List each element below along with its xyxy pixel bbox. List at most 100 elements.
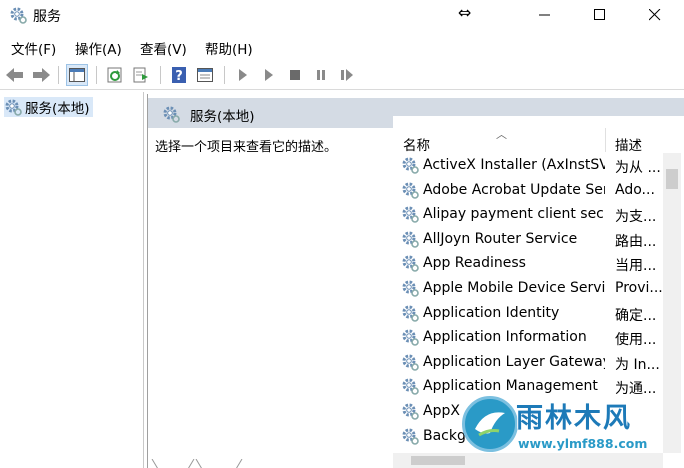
tree-item-services-local[interactable]: 服务(本地) [4,97,93,117]
start-service-button[interactable] [232,64,254,86]
toolbar-separator [224,66,225,84]
pause-icon [317,70,325,80]
back-arrow-icon [6,68,23,82]
help-icon: ? [172,67,186,83]
properties-button[interactable] [194,64,216,86]
service-gear-icon [401,304,419,326]
scroll-thumb[interactable] [666,169,678,189]
forward-arrow-icon [33,68,50,82]
service-name: ActiveX Installer (AxInstSV) [423,157,605,173]
service-description: 为支... [615,209,657,226]
maximize-button[interactable] [577,0,623,30]
service-description: 为 In... [615,356,660,373]
table-row[interactable]: Application Information 使用... [393,325,663,349]
description-prompt: 选择一个项目来查看它的描述。 [155,140,338,155]
console-tree: 服务(本地) [0,92,144,468]
window-title: 服务 [33,9,61,25]
service-gear-icon [401,230,419,252]
stop-service-button[interactable] [284,64,306,86]
service-description: 确定... [615,307,657,324]
service-gear-icon [401,377,419,399]
toolbar-separator [160,66,161,84]
back-button[interactable] [4,64,26,86]
tab-outline [151,458,243,468]
watermark-emblem [462,396,518,452]
column-divider[interactable] [605,128,606,152]
service-name: Application Identity [423,304,560,321]
service-description: 使用... [615,332,657,349]
refresh-icon [107,67,122,83]
service-gear-icon [401,427,419,449]
service-name: Apple Mobile Device Servi... [423,280,605,296]
stop-icon [290,70,300,80]
minimize-icon [539,14,550,16]
properties-icon [197,68,213,82]
title-bar: 服务 ⇔ [0,0,684,30]
service-description: 为从 ... [615,160,661,176]
services-gear-icon [10,7,27,24]
column-header-name[interactable]: 名称 [403,134,430,154]
service-gear-icon [401,402,419,424]
show-hide-console-tree-button[interactable] [66,64,88,86]
sort-ascending-icon: ︿ [496,128,507,141]
view-tabs [150,458,246,468]
service-description: Provi... [615,280,663,296]
table-row[interactable]: App Readiness 当用... [393,251,663,275]
help-button[interactable]: ? [168,64,190,86]
watermark-url: www.ylmf888.com [518,436,648,451]
service-name: Application Layer Gateway ... [423,353,605,370]
table-row[interactable]: Apple Mobile Device Servi... Provi... [393,276,663,300]
menu-help[interactable]: 帮助(H) [205,38,253,58]
toolbar: ? [0,60,684,90]
service-gear-icon [401,328,419,350]
start-paused-service-button[interactable] [258,64,280,86]
forward-button[interactable] [30,64,52,86]
restart-icon [341,69,353,81]
toolbar-separator [96,66,97,84]
description-pane: 选择一个项目来查看它的描述。 [148,128,393,468]
service-description: 当用... [615,258,657,275]
close-icon [649,9,661,21]
panel-title: 服务(本地) [190,109,255,125]
menu-action[interactable]: 操作(A) [75,38,122,58]
resize-arrows-icon: ⇔ [458,3,472,22]
menu-bar: 文件(F) 操作(A) 查看(V) 帮助(H) [0,34,684,58]
service-gear-icon [401,353,419,375]
maximize-icon [594,9,605,20]
leaf-icon [475,412,505,437]
service-name: AllJoyn Router Service [423,230,578,247]
service-gear-icon [401,181,419,203]
menu-view[interactable]: 查看(V) [140,38,187,58]
scroll-thumb[interactable] [411,456,465,465]
service-name: App Readiness [423,255,526,272]
table-row[interactable]: Application Identity 确定... [393,301,663,325]
service-name: Application Information [423,329,587,346]
tree-item-label: 服务(本地) [25,101,90,117]
table-row[interactable]: Adobe Acrobat Update Ser... Ado... [393,178,663,202]
service-name: Application Management [423,378,598,395]
menu-file[interactable]: 文件(F) [11,38,56,58]
service-name: Alipay payment client secu... [423,206,605,223]
table-row[interactable]: Application Management 为通... [393,374,663,398]
play-icon [265,69,273,81]
service-gear-icon [401,205,419,227]
play-icon [239,69,247,81]
service-gear-icon [401,254,419,276]
pause-service-button[interactable] [310,64,332,86]
table-row[interactable]: ActiveX Installer (AxInstSV) 为从 ... [393,153,663,177]
service-description: 路由... [615,233,657,250]
service-name: Adobe Acrobat Update Ser... [423,181,605,198]
close-button[interactable] [632,0,678,30]
table-row[interactable]: AllJoyn Router Service 路由... [393,227,663,251]
table-row[interactable]: Alipay payment client secu... 为支... [393,202,663,226]
services-gear-icon [5,99,22,116]
restart-service-button[interactable] [336,64,358,86]
svg-text:?: ? [175,69,183,83]
export-list-button[interactable] [130,64,152,86]
services-gear-icon [163,106,180,123]
console-tree-icon [69,68,85,82]
refresh-button[interactable] [104,64,126,86]
column-header-description[interactable]: 描述 [615,134,642,154]
table-row[interactable]: Application Layer Gateway ... 为 In... [393,350,663,374]
minimize-button[interactable] [522,0,568,30]
